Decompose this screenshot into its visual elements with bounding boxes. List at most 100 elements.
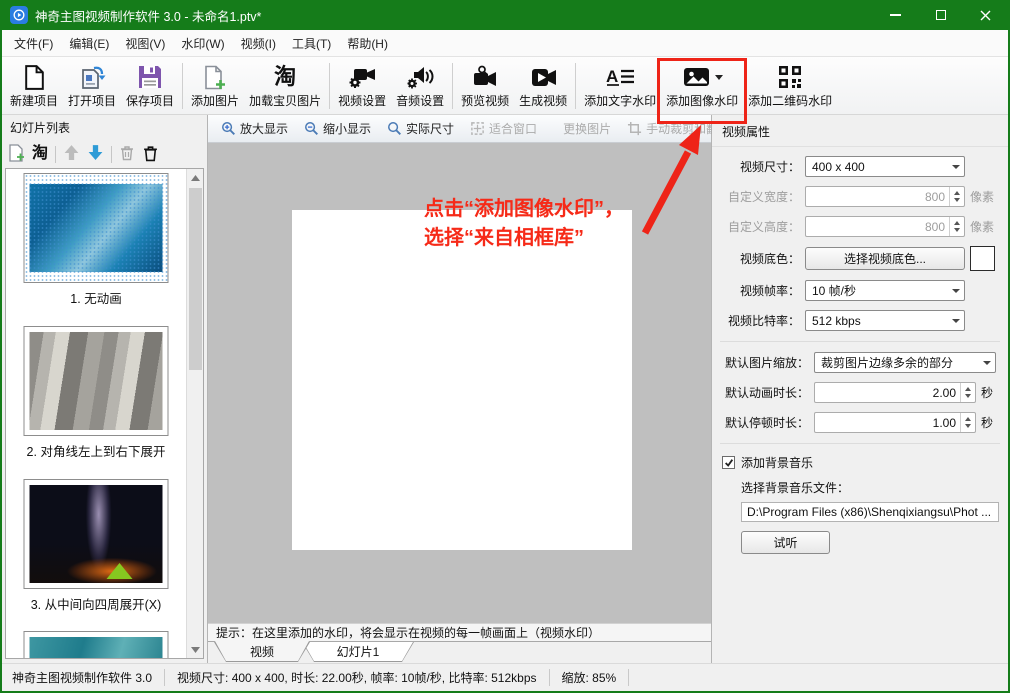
new-project-button[interactable]: 新建项目: [5, 59, 63, 113]
spinner-arrows-icon[interactable]: [960, 383, 975, 402]
title-bar: 神奇主图视频制作软件 3.0 - 未命名1.ptv*: [2, 0, 1008, 30]
minimize-icon: [890, 14, 901, 16]
menu-file[interactable]: 文件(F): [6, 30, 61, 57]
video-size-select[interactable]: 400 x 400: [805, 156, 965, 177]
maximize-button[interactable]: [918, 0, 963, 30]
zoom-in-icon: [221, 121, 236, 136]
actual-size-button[interactable]: 实际尺寸: [380, 117, 461, 140]
menu-help[interactable]: 帮助(H): [339, 30, 396, 57]
add-taobao-slide-button[interactable]: 淘: [32, 146, 48, 162]
crop-icon: [627, 121, 642, 136]
menu-view[interactable]: 视图(V): [117, 30, 173, 57]
video-properties-header: 视频属性: [712, 119, 1008, 147]
video-properties-panel: 视频属性 视频尺寸： 400 x 400 自定义宽度： 800 像素 自定义高度…: [712, 115, 1008, 663]
menu-tools[interactable]: 工具(T): [284, 30, 339, 57]
listen-button[interactable]: 试听: [741, 531, 830, 554]
menu-edit[interactable]: 编辑(E): [61, 30, 117, 57]
chevron-down-icon: [948, 289, 964, 293]
bg-color-label: 视频底色：: [712, 250, 800, 267]
status-app-name: 神奇主图视频制作软件 3.0: [12, 669, 165, 686]
delete-slide-button[interactable]: [119, 144, 135, 164]
scroll-down-icon[interactable]: [187, 641, 203, 658]
trash-icon: [119, 144, 135, 161]
app-logo-icon: [10, 6, 28, 24]
tab-slide-1[interactable]: 幻灯片1: [302, 642, 414, 662]
generate-video-button[interactable]: 生成视频: [514, 59, 572, 113]
slide-item-1[interactable]: 1. 无动画: [24, 173, 169, 307]
toolbar-separator: [55, 146, 56, 163]
save-project-button[interactable]: 保存项目: [121, 59, 179, 113]
spinner-arrows-icon[interactable]: [960, 413, 975, 432]
dropdown-caret-icon: [715, 75, 723, 80]
image-scale-select[interactable]: 裁剪图片边缘多余的部分: [814, 352, 996, 373]
scrollbar-thumb[interactable]: [189, 188, 202, 370]
bitrate-select[interactable]: 512 kbps: [805, 310, 965, 331]
video-size-label: 视频尺寸：: [712, 158, 800, 175]
checkbox-checked-icon[interactable]: [722, 456, 735, 469]
spinner-arrows-icon: [949, 217, 964, 236]
window-title: 神奇主图视频制作软件 3.0 - 未命名1.ptv*: [35, 6, 873, 25]
clear-slides-button[interactable]: [142, 144, 159, 165]
minimize-button[interactable]: [873, 0, 918, 30]
video-settings-button[interactable]: 视频设置: [333, 59, 391, 113]
move-slide-down-button[interactable]: [87, 144, 104, 164]
bitrate-label: 视频比特率：: [712, 312, 800, 329]
svg-text:A: A: [606, 67, 618, 86]
open-project-button[interactable]: 打开项目: [63, 59, 121, 113]
pause-duration-label: 默认停顿时长：: [712, 414, 809, 431]
audio-settings-button[interactable]: 音频设置: [391, 59, 449, 113]
menu-video[interactable]: 视频(I): [233, 30, 284, 57]
pixels-suffix: 像素: [970, 218, 994, 235]
arrow-down-icon: [87, 144, 104, 161]
bg-color-swatch[interactable]: [970, 246, 995, 271]
preview-toolbar: 放大显示 缩小显示 实际尺寸 适合窗口 更换图片: [208, 115, 711, 143]
frame-rate-select[interactable]: 10 帧/秒: [805, 280, 965, 301]
divider: [720, 443, 1000, 444]
close-button[interactable]: [963, 0, 1008, 30]
add-picture-button[interactable]: 添加图片: [186, 59, 244, 113]
add-qrcode-watermark-button[interactable]: 添加二维码水印: [743, 59, 837, 113]
add-image-watermark-button[interactable]: 添加图像水印: [661, 59, 743, 113]
preview-video-button[interactable]: 预览视频: [456, 59, 514, 113]
choose-bg-color-button[interactable]: 选择视频底色...: [805, 247, 965, 270]
audio-settings-icon: [406, 62, 435, 92]
scroll-up-icon[interactable]: [187, 169, 203, 186]
music-file-path[interactable]: D:\Program Files (x86)\Shenqixiangsu\Pho…: [741, 502, 999, 522]
slide-thumbnail-cliff: [24, 326, 169, 436]
pause-duration-input[interactable]: 1.00: [814, 412, 976, 433]
slide-list-scrollbar[interactable]: [186, 169, 203, 658]
slide-item-3[interactable]: 3. 从中间向四周展开(X): [24, 479, 169, 613]
slide-list-panel: 幻灯片列表 淘: [2, 115, 208, 663]
video-settings-icon: [348, 62, 377, 92]
add-bg-music-checkbox-row[interactable]: 添加背景音乐: [722, 454, 1008, 471]
zoom-in-button[interactable]: 放大显示: [214, 117, 295, 140]
toolbar-separator: [329, 63, 330, 109]
chevron-down-icon: [979, 361, 995, 365]
open-project-icon: [79, 62, 106, 92]
spinner-arrows-icon: [949, 187, 964, 206]
status-zoom: 缩放: 85%: [562, 669, 630, 686]
zoom-out-button[interactable]: 缩小显示: [297, 117, 378, 140]
frame-rate-label: 视频帧率：: [712, 282, 800, 299]
main-toolbar: 新建项目 打开项目 保存项目 添加图片 淘 加载宝贝图片: [2, 57, 1008, 115]
fit-window-button[interactable]: 适合窗口: [463, 117, 544, 140]
close-icon: [980, 10, 991, 21]
slide-list: 1. 无动画 2. 对角线左上到右下展开 3. 从中间向四周展开(X): [5, 168, 204, 659]
load-taobao-picture-button[interactable]: 淘 加载宝贝图片: [244, 59, 326, 113]
move-slide-up-button[interactable]: [63, 144, 80, 164]
menu-bar: 文件(F) 编辑(E) 视图(V) 水印(W) 视频(I) 工具(T) 帮助(H…: [2, 30, 1008, 57]
taobao-icon: 淘: [274, 62, 296, 92]
replace-image-button[interactable]: 更换图片: [556, 117, 618, 140]
custom-height-label: 自定义高度：: [712, 218, 800, 235]
add-slide-button[interactable]: [8, 144, 25, 165]
tab-video[interactable]: 视频: [214, 642, 310, 662]
video-canvas[interactable]: [292, 210, 632, 550]
slide-item-2[interactable]: 2. 对角线左上到右下展开: [24, 326, 169, 460]
menu-watermark[interactable]: 水印(W): [173, 30, 232, 57]
qrcode-watermark-icon: [777, 62, 803, 92]
add-text-watermark-button[interactable]: A 添加文字水印: [579, 59, 661, 113]
anim-duration-input[interactable]: 2.00: [814, 382, 976, 403]
add-bg-music-label: 添加背景音乐: [741, 454, 813, 471]
slide-thumbnail-night-sky: [24, 479, 169, 589]
slide-item-4-partial[interactable]: [24, 631, 169, 659]
